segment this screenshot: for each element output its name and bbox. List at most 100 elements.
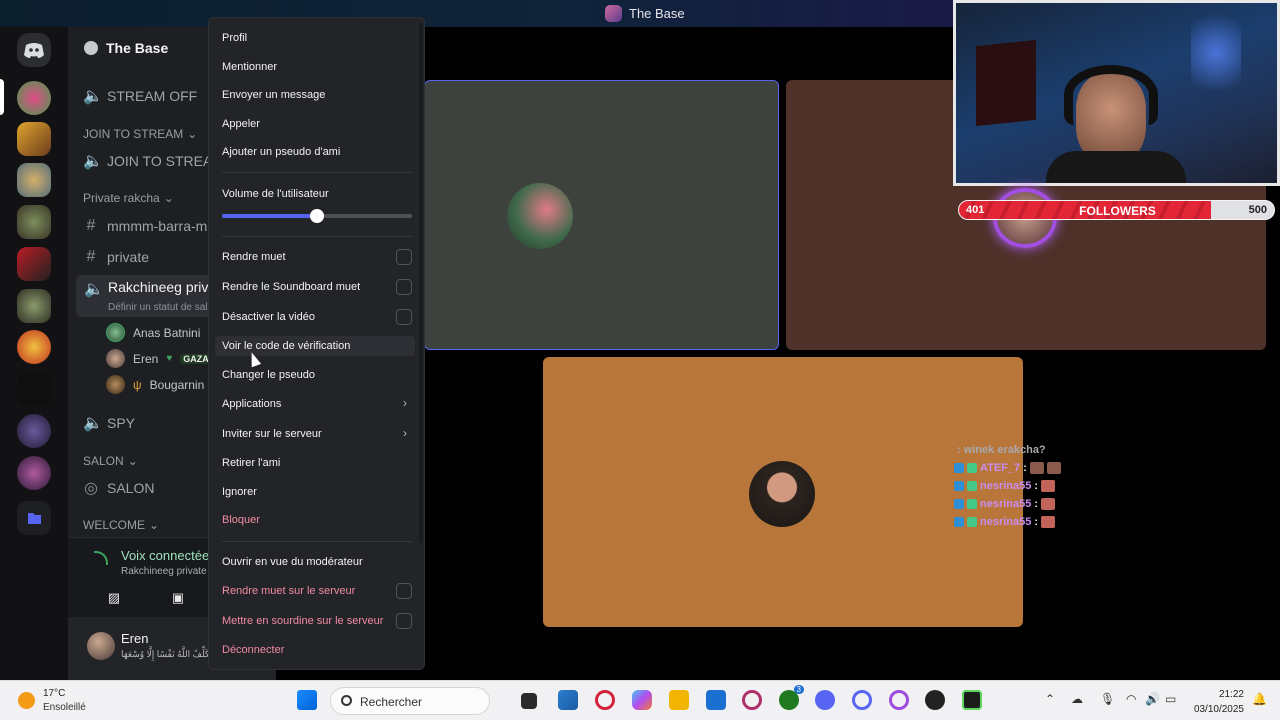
server-icon [605,5,622,22]
menu-item-invite-server[interactable]: Inviter sur le serveur [222,428,414,440]
server-icon[interactable] [17,247,51,281]
windows-start-icon[interactable] [297,690,317,710]
menu-item-add-nickname[interactable]: Ajouter un pseudo d'ami [222,146,414,158]
menu-item-remove-friend[interactable]: Retirer l'ami [222,457,414,469]
discord-home-icon[interactable] [17,33,51,67]
menu-item-disconnect[interactable]: Déconnecter [222,644,414,656]
discord-taskbar-icon[interactable] [815,690,835,710]
store-icon[interactable] [706,690,726,710]
widgets-icon[interactable] [558,690,578,710]
video-tile[interactable] [424,80,779,350]
menu-item-block[interactable]: Bloquer [222,514,414,526]
menu-item-ignore[interactable]: Ignorer [222,486,414,498]
server-header[interactable]: The Base [84,40,168,56]
menu-item-call[interactable]: Appeler [222,118,414,130]
microphone-icon[interactable]: 🎙 [1100,692,1115,706]
terminal-icon[interactable] [962,690,982,710]
browser-icon[interactable] [852,690,872,710]
cloud-icon[interactable]: ☁ [1071,692,1083,706]
category-salon[interactable]: SALON ⌄ [83,454,138,468]
xbox-icon[interactable]: 3 [779,685,804,710]
menu-item-mute[interactable]: Rendre muet [222,251,414,263]
obs-icon[interactable] [925,690,945,710]
windows-taskbar: 17°C Ensoleillé Rechercher 3 ⌃ ☁ 🎙 ◠ 🔊 ▭… [0,680,1280,720]
opera-icon[interactable] [742,690,762,710]
avatar[interactable] [87,632,115,660]
volume-icon[interactable]: 🔊 [1145,692,1160,706]
category-private-rakcha[interactable]: Private rakcha ⌄ [83,191,174,205]
server-deafen-checkbox[interactable] [396,613,412,629]
stage-icon: ◎ [84,480,98,497]
menu-item-disable-video[interactable]: Désactiver la vidéo [222,311,414,323]
server-icon[interactable] [17,81,51,115]
menu-scrollbar[interactable] [419,23,423,543]
screen-share-icon[interactable]: ▣ [165,590,191,610]
camera-off-icon[interactable]: ▨ [101,590,127,610]
mute-soundboard-checkbox[interactable] [396,279,412,295]
server-icon[interactable] [17,205,51,239]
server-icon[interactable] [17,414,51,448]
channel-join-to-stream[interactable]: 🔈 JOIN TO STREAM [83,151,224,171]
menu-item-applications[interactable]: Applications [222,398,414,410]
menu-item-server-mute[interactable]: Rendre muet sur le serveur [222,585,414,597]
server-icon[interactable] [17,122,51,156]
folder-icon[interactable] [17,501,51,535]
menu-item-mention[interactable]: Mentionner [222,61,414,73]
user-name[interactable]: Eren [121,631,148,646]
channel-spy[interactable]: 🔈 SPY [83,413,135,433]
chat-user: nesrina55 [980,480,1032,492]
server-icon[interactable] [17,289,51,323]
category-welcome[interactable]: WELCOME ⌄ [83,518,159,532]
chat-row: nesrina55 : [954,477,1061,495]
voice-member[interactable]: Anas Batnini [106,323,200,342]
wifi-icon[interactable]: ◠ [1126,692,1136,706]
mute-checkbox[interactable] [396,249,412,265]
server-icon[interactable] [17,456,51,490]
channel-private[interactable]: # private [83,248,149,266]
channel-salon[interactable]: ◎ SALON [83,478,154,498]
server-guide-icon [84,41,98,55]
channel-mmmm-barra[interactable]: # mmmm-barra-mr [83,217,212,235]
hash-icon: # [86,248,96,265]
channel-status[interactable]: Définir un statut de salo [108,302,213,313]
channel-stream-off[interactable]: 🔈 STREAM OFF [83,86,197,106]
volume-label: Volume de l'utilisateur [222,188,329,200]
speaker-icon: 🔈 [83,153,103,170]
menu-item-message[interactable]: Envoyer un message [222,89,414,101]
taskbar-search[interactable]: Rechercher [330,687,490,715]
badge-icon [967,481,977,491]
menu-item-server-deafen[interactable]: Mettre en sourdine sur le serveur [222,615,414,627]
file-explorer-icon[interactable] [669,690,689,710]
opera-gx-icon[interactable] [595,690,615,710]
weather-desc[interactable]: Ensoleillé [43,702,86,713]
menu-item-profile[interactable]: Profil [222,32,414,44]
disable-video-checkbox[interactable] [396,309,412,325]
menu-divider [222,236,412,237]
server-icon[interactable] [17,372,51,406]
menu-item-moderator-view[interactable]: Ouvrir en vue du modérateur [222,556,414,568]
video-tile[interactable] [543,357,1023,627]
badge-icon [954,517,964,527]
server-mute-checkbox[interactable] [396,583,412,599]
battery-icon[interactable]: ▭ [1165,692,1176,706]
chevron-up-icon[interactable]: ⌃ [1045,692,1055,706]
voice-member[interactable]: ψ Bougarnin [106,375,204,394]
server-icon[interactable] [17,163,51,197]
notifications-icon[interactable]: 🔔 [1252,692,1267,706]
server-icon[interactable] [17,330,51,364]
category-join-to-stream[interactable]: JOIN TO STREAM ⌄ [83,127,197,141]
channel-label: Rakchineeg privat [108,279,221,295]
menu-item-mute-soundboard[interactable]: Rendre le Soundboard muet [222,281,414,293]
sun-icon[interactable] [18,692,35,709]
volume-slider-knob[interactable] [310,209,324,223]
menu-item-verification-code[interactable]: Voir le code de vérification [215,336,415,356]
browser-icon[interactable] [889,690,909,710]
weather-temp[interactable]: 17°C [43,688,65,699]
task-view-icon[interactable] [521,693,537,709]
clock[interactable]: 21:22 03/10/2025 [1194,687,1244,717]
volume-slider[interactable] [222,209,412,223]
menu-item-change-nickname[interactable]: Changer le pseudo [222,369,414,381]
voice-member[interactable]: Eren ♥ GAZA [106,349,212,368]
copilot-icon[interactable] [632,690,652,710]
voice-status[interactable]: Voix connectée [121,548,209,563]
